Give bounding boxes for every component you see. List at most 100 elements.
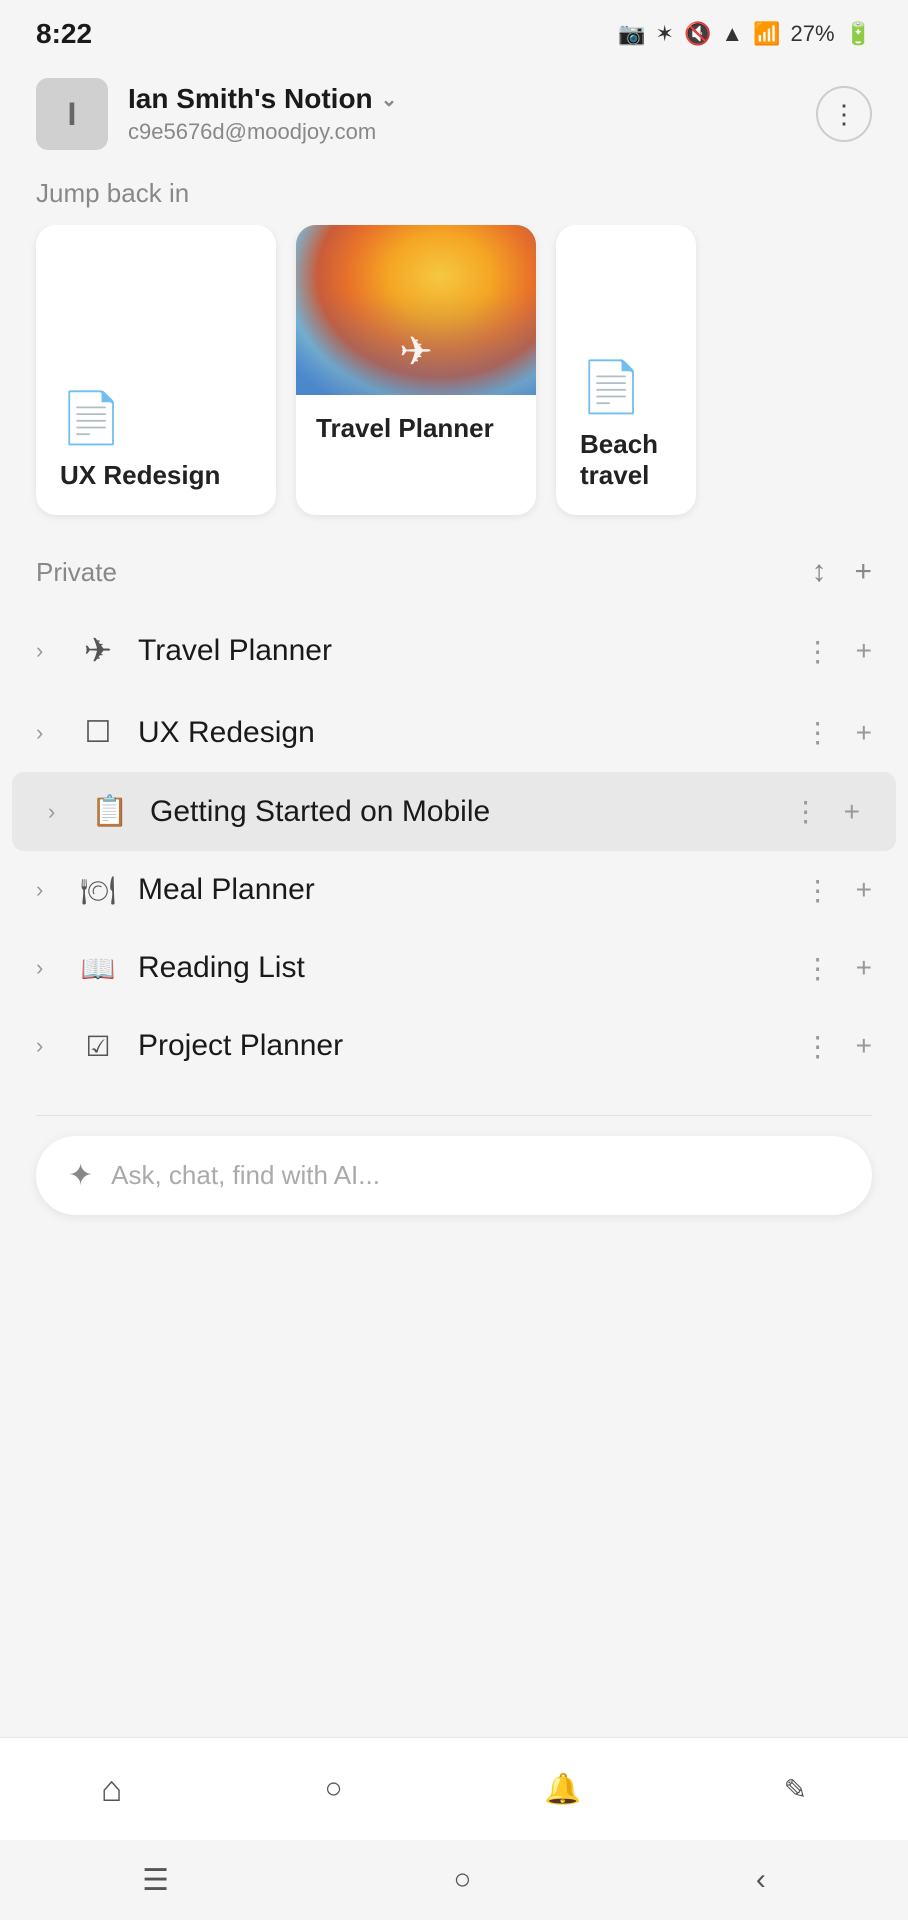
bottom-nav-edit[interactable]: ✎ — [764, 1763, 827, 1816]
nav-item-ux-redesign[interactable]: › ☐ UX Redesign ⋮ + — [0, 693, 908, 772]
nav-add-icon[interactable]: + — [856, 1030, 872, 1062]
nav-item-actions: ⋮ + — [804, 635, 872, 668]
nav-item-actions: ⋮ + — [804, 716, 872, 749]
nav-more-icon[interactable]: ⋮ — [804, 1030, 832, 1063]
nav-add-icon[interactable]: + — [856, 952, 872, 984]
nav-book-icon: 📖 — [72, 952, 124, 985]
card-document-icon: 📄 — [60, 389, 252, 448]
android-back-icon[interactable]: ‹ — [726, 1853, 796, 1907]
card-beach-travel-title: Beach travel — [580, 429, 672, 491]
bottom-nav: ⌂ ○ 🔔 ✎ — [0, 1737, 908, 1840]
status-icons: 📷 ✶ 🔇 ▲ 📶 27% 🔋 — [618, 21, 872, 47]
card-with-image-content: ✈ Travel Planner — [296, 225, 536, 515]
jump-back-in-label: Jump back in — [0, 168, 908, 225]
workspace-chevron-icon: ⌄ — [381, 87, 398, 112]
nav-add-icon[interactable]: + — [856, 717, 872, 749]
private-label: Private — [36, 557, 117, 588]
nav-item-actions: ⋮ + — [804, 952, 872, 985]
nav-chevron-icon: › — [36, 877, 72, 903]
nav-reading-list-label: Reading List — [138, 951, 804, 985]
nav-item-reading-list[interactable]: › 📖 Reading List ⋮ + — [0, 929, 908, 1007]
nav-add-icon[interactable]: + — [856, 635, 872, 667]
bottom-nav-home[interactable]: ⌂ — [81, 1758, 143, 1820]
nav-list: › ✈ Travel Planner ⋮ + › ☐ UX Redesign ⋮… — [0, 599, 908, 1095]
bell-icon: 🔔 — [544, 1772, 581, 1807]
private-header: Private ↕ + — [0, 545, 908, 599]
status-time: 8:22 — [36, 18, 92, 50]
android-nav: ☰ ○ ‹ — [0, 1840, 908, 1920]
nav-airplane-icon: ✈ — [72, 631, 124, 671]
ai-sparkle-icon: ✦ — [68, 1158, 93, 1193]
battery-icon: 🔋 — [845, 21, 872, 47]
signal-icon: 📶 — [753, 21, 780, 47]
private-actions: ↕ + — [811, 555, 872, 589]
workspace-name[interactable]: Ian Smith's Notion ⌄ — [128, 83, 397, 115]
card-ux-redesign-title: UX Redesign — [60, 460, 252, 491]
nav-item-meal-planner[interactable]: › 🍽 Meal Planner ⋮ + — [0, 851, 908, 929]
avatar[interactable]: I — [36, 78, 108, 150]
bottom-nav-notifications[interactable]: 🔔 — [524, 1762, 601, 1817]
card-travel-planner[interactable]: ✈ Travel Planner — [296, 225, 536, 515]
nav-more-icon[interactable]: ⋮ — [792, 795, 820, 828]
mute-icon: 🔇 — [684, 21, 711, 47]
nav-more-icon[interactable]: ⋮ — [804, 716, 832, 749]
more-dots-icon: ⋮ — [831, 99, 857, 130]
android-home-icon[interactable]: ○ — [423, 1853, 501, 1907]
card-travel-planner-title: Travel Planner — [316, 413, 516, 444]
card-travel-bottom: Travel Planner — [296, 395, 536, 515]
nav-chevron-icon: › — [36, 720, 72, 746]
nav-ux-redesign-label: UX Redesign — [138, 716, 804, 750]
card-no-image-content: 📄 UX Redesign — [36, 225, 276, 515]
nav-chevron-icon: › — [36, 1033, 72, 1059]
nav-getting-started-label: Getting Started on Mobile — [150, 795, 792, 829]
card-beach-travel[interactable]: 📄 Beach travel — [556, 225, 696, 515]
nav-more-icon[interactable]: ⋮ — [804, 952, 832, 985]
bottom-nav-search[interactable]: ○ — [304, 1762, 362, 1816]
nav-meal-planner-label: Meal Planner — [138, 873, 804, 907]
nav-add-icon[interactable]: + — [844, 796, 860, 828]
card-ux-redesign[interactable]: 📄 UX Redesign — [36, 225, 276, 515]
sort-icon[interactable]: ↕ — [811, 555, 826, 589]
nav-document-icon: ☐ — [72, 715, 124, 750]
card-beach-no-image: 📄 Beach travel — [556, 225, 696, 515]
more-options-button[interactable]: ⋮ — [816, 86, 872, 142]
bluetooth-icon: ✶ — [656, 21, 674, 47]
divider — [36, 1115, 872, 1116]
nav-item-getting-started[interactable]: › 📋 Getting Started on Mobile ⋮ + — [12, 772, 896, 851]
recent-cards: 📄 UX Redesign ✈ Travel Planner 📄 Beach t… — [0, 225, 908, 545]
nav-more-icon[interactable]: ⋮ — [804, 635, 832, 668]
nav-more-icon[interactable]: ⋮ — [804, 874, 832, 907]
card-travel-image: ✈ — [296, 225, 536, 395]
nav-item-actions: ⋮ + — [804, 874, 872, 907]
nav-item-project-planner[interactable]: › ☑ Project Planner ⋮ + — [0, 1007, 908, 1085]
header-left: I Ian Smith's Notion ⌄ c9e5676d@moodjoy.… — [36, 78, 397, 150]
nav-notes-icon: 📋 — [84, 794, 136, 829]
nav-chevron-icon: › — [48, 799, 84, 825]
nav-item-actions: ⋮ + — [804, 1030, 872, 1063]
header-info: Ian Smith's Notion ⌄ c9e5676d@moodjoy.co… — [128, 83, 397, 145]
ai-input-container: ✦ Ask, chat, find with AI... — [0, 1136, 908, 1245]
nav-item-travel-planner[interactable]: › ✈ Travel Planner ⋮ + — [0, 609, 908, 693]
add-page-icon[interactable]: + — [854, 555, 872, 589]
wifi-icon: ▲ — [721, 21, 743, 47]
camera-icon: 📷 — [618, 21, 645, 47]
app-header: I Ian Smith's Notion ⌄ c9e5676d@moodjoy.… — [0, 60, 908, 168]
status-bar: 8:22 📷 ✶ 🔇 ▲ 📶 27% 🔋 — [0, 0, 908, 60]
ai-input[interactable]: ✦ Ask, chat, find with AI... — [36, 1136, 872, 1215]
user-email: c9e5676d@moodjoy.com — [128, 119, 397, 145]
nav-meal-icon: 🍽 — [72, 874, 124, 907]
nav-project-planner-label: Project Planner — [138, 1029, 804, 1063]
nav-travel-planner-label: Travel Planner — [138, 634, 804, 668]
private-section: Private ↕ + › ✈ Travel Planner ⋮ + › ☐ U… — [0, 545, 908, 1095]
nav-item-actions: ⋮ + — [792, 795, 860, 828]
battery-text: 27% — [791, 21, 835, 47]
android-menu-icon[interactable]: ☰ — [112, 1853, 199, 1908]
airplane-overlay-icon: ✈ — [399, 329, 433, 375]
nav-checklist-icon: ☑ — [72, 1030, 124, 1063]
edit-icon: ✎ — [784, 1773, 807, 1806]
ai-input-placeholder: Ask, chat, find with AI... — [111, 1160, 380, 1191]
nav-chevron-icon: › — [36, 955, 72, 981]
search-icon: ○ — [324, 1772, 342, 1806]
card-beach-document-icon: 📄 — [580, 358, 672, 417]
nav-add-icon[interactable]: + — [856, 874, 872, 906]
